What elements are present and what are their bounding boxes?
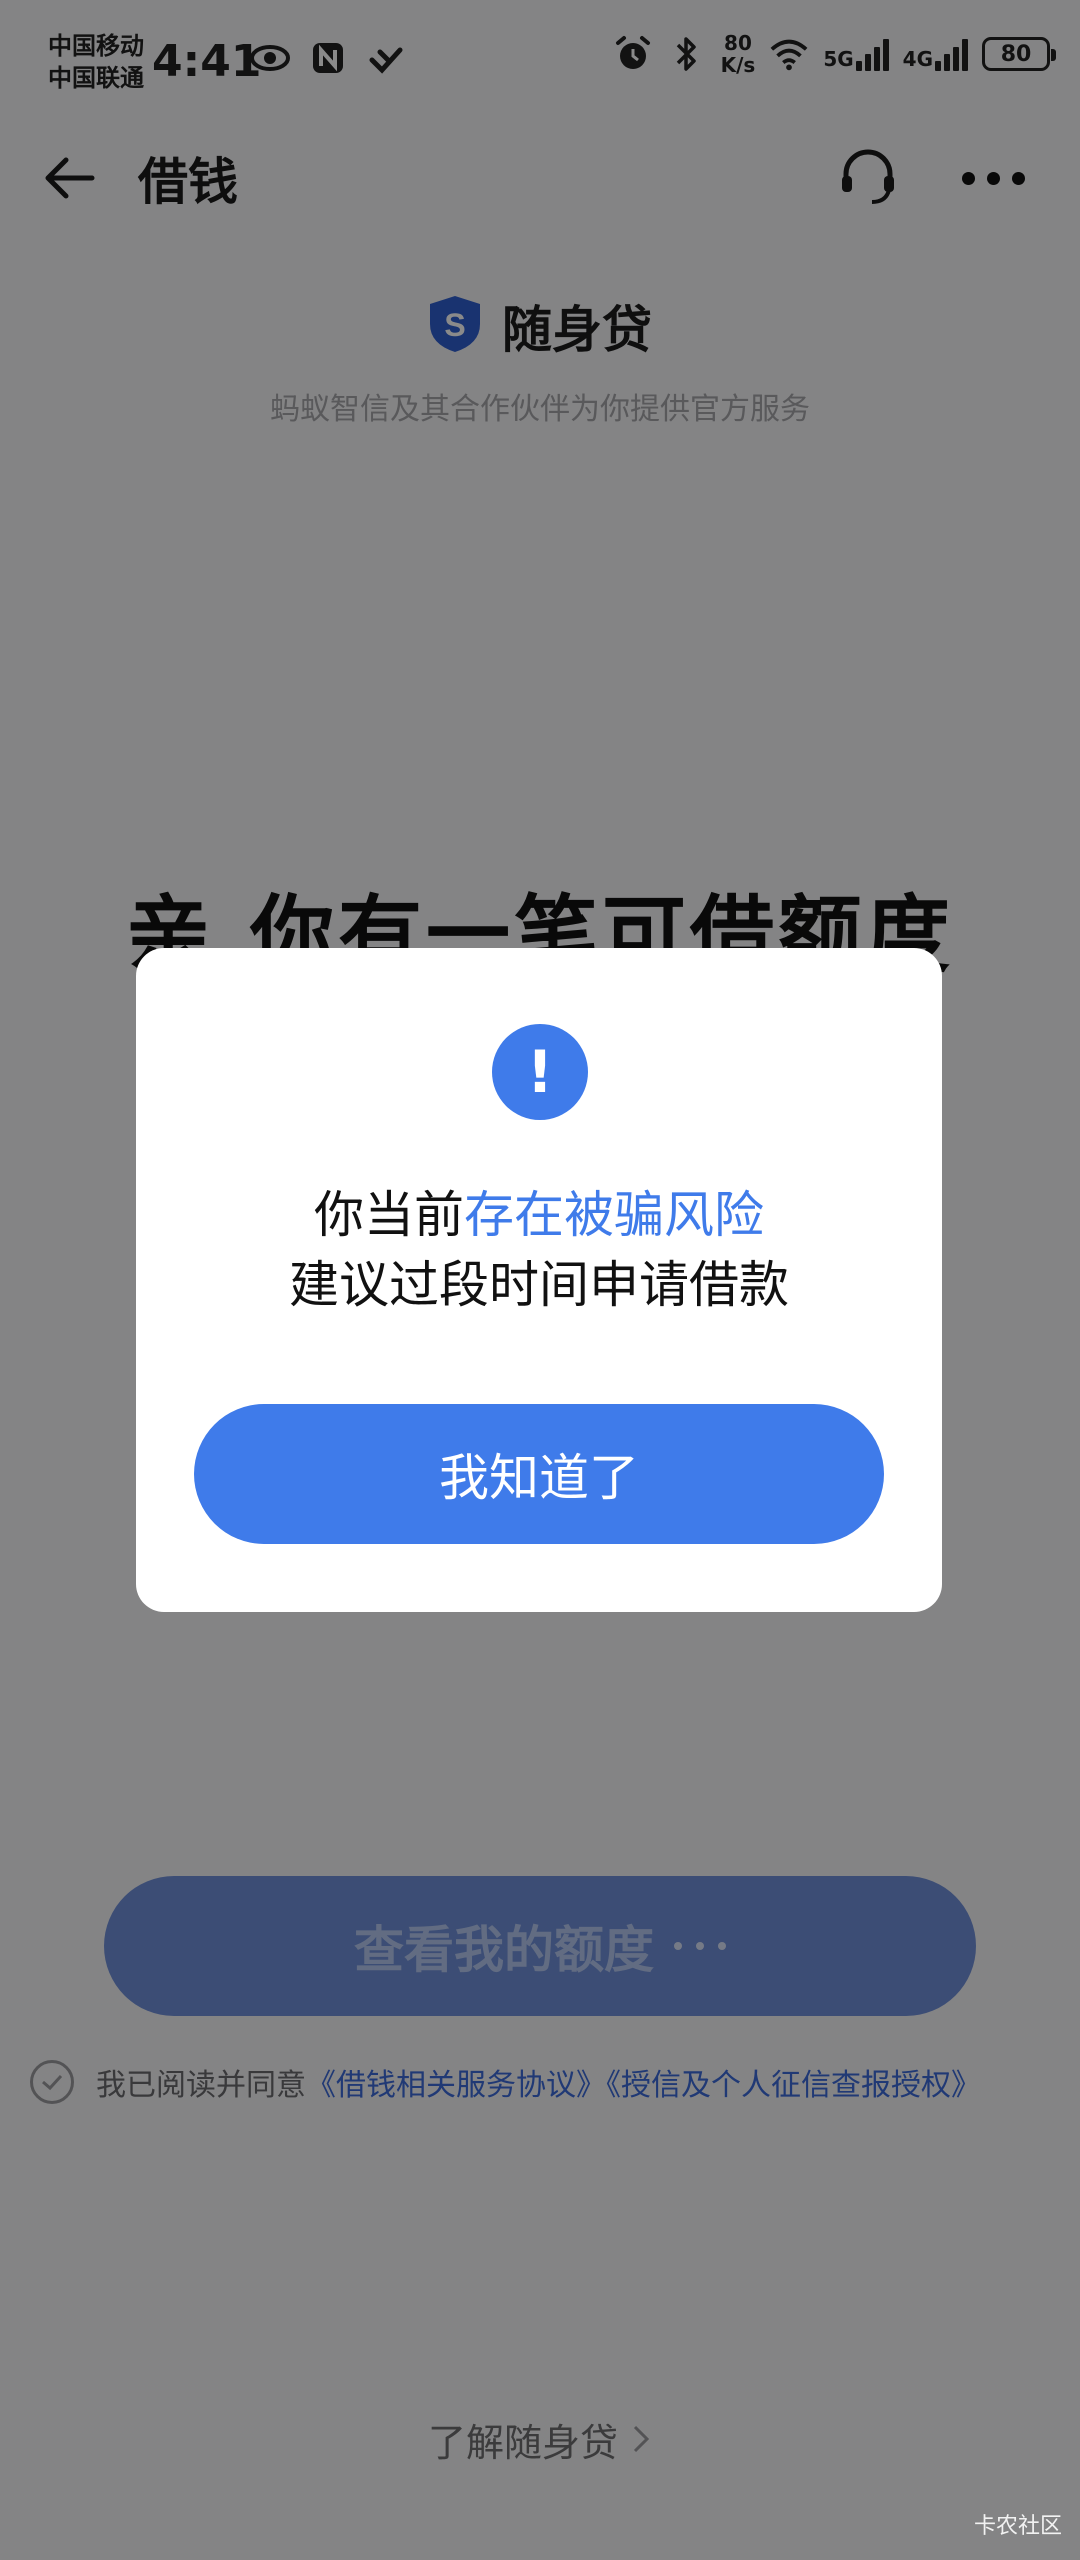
acknowledge-button[interactable]: 我知道了 (194, 1404, 884, 1544)
dialog-line-2: 建议过段时间申请借款 (289, 1256, 789, 1314)
exclamation-icon: ! (492, 1024, 588, 1120)
dialog-risk-highlight: 存在被骗风险 (464, 1186, 764, 1244)
dialog-line-1-prefix: 你当前 (314, 1186, 464, 1244)
dialog-line-1: 你当前存在被骗风险 (136, 1180, 942, 1250)
dialog-message: 你当前存在被骗风险 建议过段时间申请借款 (136, 1180, 942, 1320)
fraud-risk-dialog: ! 你当前存在被骗风险 建议过段时间申请借款 我知道了 (136, 948, 942, 1612)
watermark: 卡农社区 (973, 2514, 1062, 2539)
